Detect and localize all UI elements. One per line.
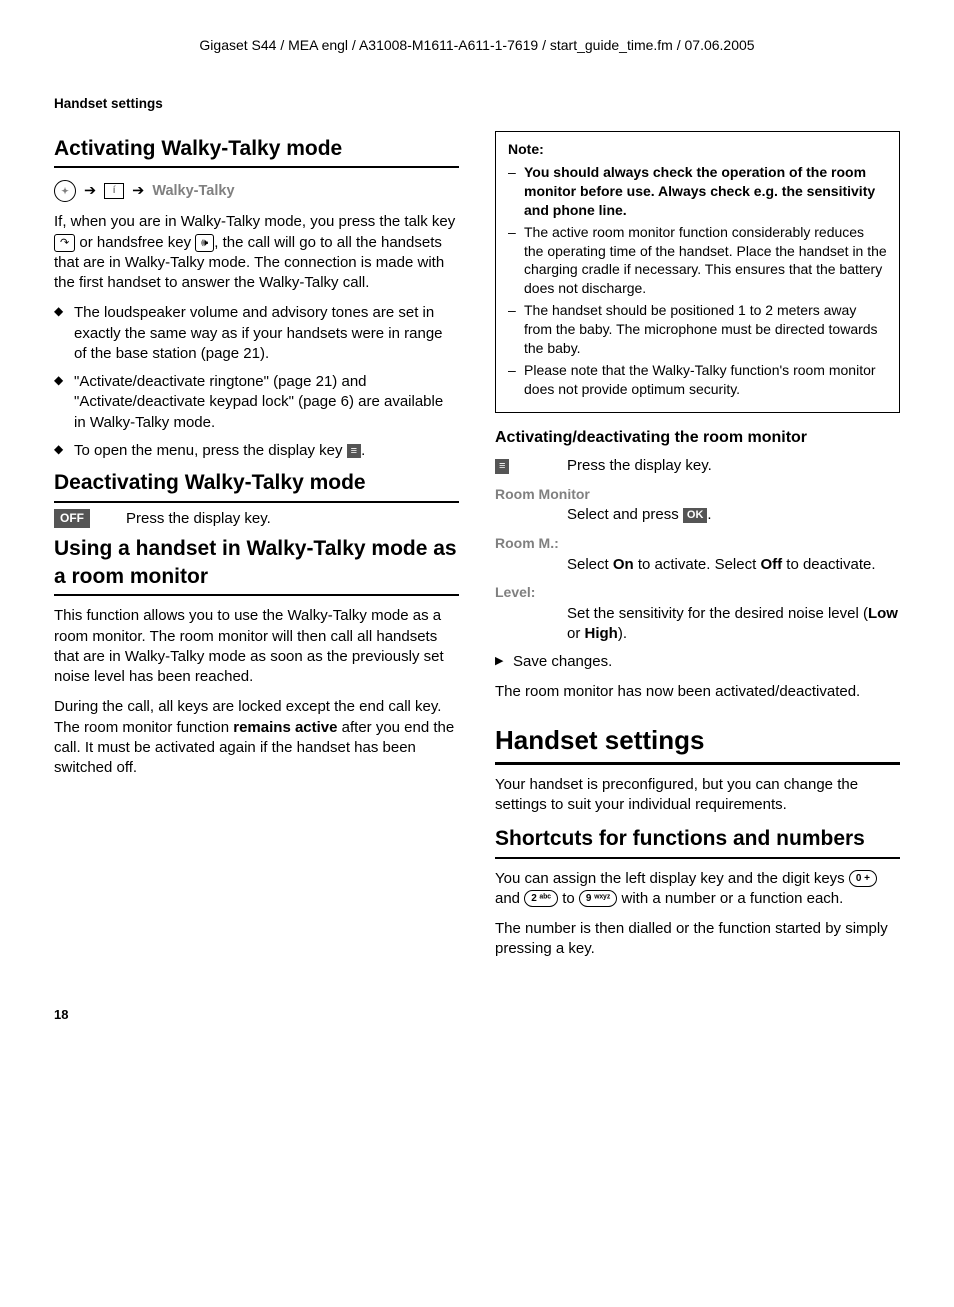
menu-key-icon: ≡ xyxy=(495,459,509,474)
content-columns: Activating Walky-Talky mode ✦ ➔ í ➔ Walk… xyxy=(54,131,900,970)
off-instruction-text: Press the display key. xyxy=(126,509,271,529)
note-item: The handset should be positioned 1 to 2 … xyxy=(508,301,887,358)
key-9-icon: 9 ʷˣʸᶻ xyxy=(579,890,617,907)
calendar-icon: í xyxy=(104,183,124,199)
heading-handset-settings: Handset settings xyxy=(495,723,900,765)
note-title: Note: xyxy=(508,140,887,159)
heading-shortcuts: Shortcuts for functions and numbers xyxy=(495,825,900,858)
save-changes: Save changes. xyxy=(495,652,900,672)
breadcrumb: Handset settings xyxy=(54,95,900,113)
heading-activating-room-monitor: Activating/deactivating the room monitor xyxy=(495,427,900,449)
right-column: Note: You should always check the operat… xyxy=(495,131,900,970)
page-number: 18 xyxy=(54,1006,900,1024)
ok-key-badge: OK xyxy=(683,508,708,523)
heading-deactivating-walky: Deactivating Walky-Talky mode xyxy=(54,469,459,502)
navigation-path: ✦ ➔ í ➔ Walky-Talky xyxy=(54,180,459,202)
dial-paragraph: The number is then dialled or the functi… xyxy=(495,919,900,960)
arrow-icon: ➔ xyxy=(132,182,144,202)
level-label: Level: xyxy=(495,583,900,602)
note-box: Note: You should always check the operat… xyxy=(495,131,900,413)
key-2-icon: 2 ᵃᵇᶜ xyxy=(524,890,558,907)
display-key-row: ≡ Press the display key. xyxy=(495,456,900,476)
note-item: The active room monitor function conside… xyxy=(508,223,887,299)
handsfree-key-icon: 🕪 xyxy=(195,234,214,252)
handset-settings-intro: Your handset is preconfigured, but you c… xyxy=(495,775,900,816)
header-path: Gigaset S44 / MEA engl / A31008-M1611-A6… xyxy=(54,36,900,55)
list-item: "Activate/deactivate ringtone" (page 21)… xyxy=(54,372,459,433)
menu-key-icon: ≡ xyxy=(347,444,361,459)
heading-activating-walky: Activating Walky-Talky mode xyxy=(54,135,459,168)
feature-list: The loudspeaker volume and advisory tone… xyxy=(54,303,459,461)
control-key-icon: ✦ xyxy=(54,180,76,202)
room-monitor-activated: The room monitor has now been activated/… xyxy=(495,682,900,702)
heading-room-monitor: Using a handset in Walky-Talky mode as a… xyxy=(54,535,459,597)
left-column: Activating Walky-Talky mode ✦ ➔ í ➔ Walk… xyxy=(54,131,459,970)
room-monitor-intro: This function allows you to use the Walk… xyxy=(54,606,459,687)
talk-key-icon: ↷ xyxy=(54,234,75,252)
room-m-text: Select On to activate. Select Off to dea… xyxy=(495,555,900,575)
off-instruction-row: OFF Press the display key. xyxy=(54,509,459,529)
room-monitor-note: During the call, all keys are locked exc… xyxy=(54,697,459,778)
off-key-badge: OFF xyxy=(54,509,90,527)
nav-walky-label: Walky-Talky xyxy=(152,182,234,202)
shortcuts-paragraph: You can assign the left display key and … xyxy=(495,869,900,910)
room-monitor-label: Room Monitor xyxy=(495,485,900,504)
arrow-icon: ➔ xyxy=(84,182,96,202)
room-m-label: Room M.: xyxy=(495,534,900,553)
intro-paragraph: If, when you are in Walky-Talky mode, yo… xyxy=(54,212,459,293)
list-item: The loudspeaker volume and advisory tone… xyxy=(54,303,459,364)
level-text: Set the sensitivity for the desired nois… xyxy=(495,604,900,645)
note-item: You should always check the operation of… xyxy=(508,163,887,220)
list-item: To open the menu, press the display key … xyxy=(54,441,459,461)
press-display-text: Press the display key. xyxy=(567,456,712,476)
select-press-row: Select and press OK. xyxy=(495,505,900,525)
note-item: Please note that the Walky-Talky functio… xyxy=(508,361,887,399)
key-0-icon: 0 + xyxy=(849,870,877,887)
